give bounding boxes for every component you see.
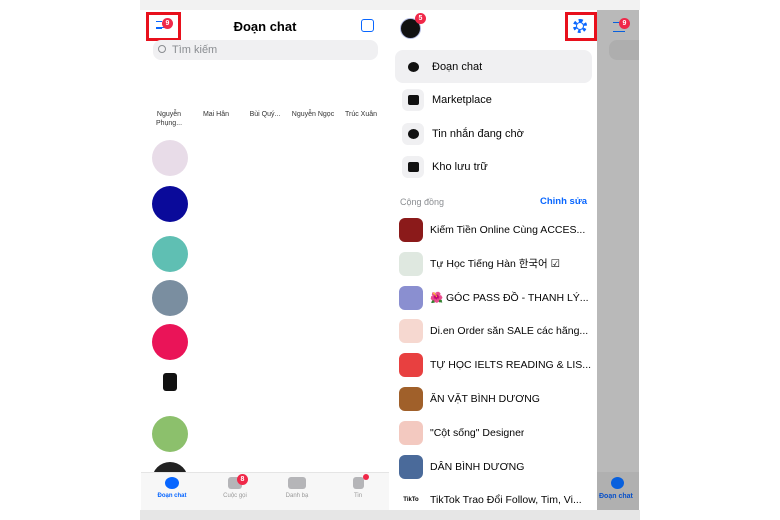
story-name[interactable]: Mai Hân xyxy=(194,110,238,119)
community-item[interactable]: TikTo TikTok Trao Đổi Follow, Tim, Vi... xyxy=(399,487,595,510)
side-menu: 5 Đoạn chat Marketplace Tin nhắn đang chờ K… xyxy=(393,10,597,510)
chat-avatar[interactable] xyxy=(152,186,188,222)
chat-avatar[interactable] xyxy=(152,367,188,403)
tab-label: Danh bạ xyxy=(285,493,309,499)
chat-avatar[interactable] xyxy=(152,324,188,360)
community-name: 🌺 GÓC PASS ĐỒ - THANH LÝ... xyxy=(430,292,589,305)
community-thumbnail xyxy=(399,218,423,242)
stories-icon xyxy=(352,477,364,489)
search-icon xyxy=(158,45,166,53)
community-name: "Cột sống" Designer xyxy=(430,426,525,439)
menu-item[interactable]: Tin nhắn đang chờ xyxy=(395,117,592,150)
archive-icon xyxy=(402,156,424,178)
community-thumbnail xyxy=(399,319,423,344)
chat-avatar[interactable] xyxy=(152,280,188,316)
community-thumbnail: TikTo xyxy=(399,488,423,510)
tab-contacts[interactable]: Danh bạ xyxy=(272,477,322,499)
pending-chat-icon xyxy=(402,122,424,145)
chat-avatar[interactable] xyxy=(152,140,188,176)
community-name: TỰ HỌC IELTS READING & LIS... xyxy=(430,359,592,372)
store-icon xyxy=(402,89,424,111)
community-name: Di.en Order săn SALE các hãng... xyxy=(430,325,589,338)
community-name: Kiếm Tiền Online Cùng ACCES... xyxy=(430,224,586,236)
chat-bubble-icon xyxy=(165,477,179,489)
menu-item[interactable]: Đoạn chat xyxy=(395,50,592,83)
tab-label: Cuộc gọi xyxy=(223,493,247,499)
tab-label: Tin xyxy=(353,493,363,499)
menu-label: Tin nhắn đang chờ xyxy=(432,127,524,140)
dimmed-chats-screen[interactable]: 9 Đoạn chat xyxy=(597,10,639,510)
profile-badge: 5 xyxy=(415,13,426,24)
search-input xyxy=(609,40,639,60)
community-item[interactable]: 🌺 GÓC PASS ĐỒ - THANH LÝ... xyxy=(399,285,595,311)
background-strip xyxy=(140,510,640,520)
tab-chats[interactable]: Đoạn chat xyxy=(147,477,197,499)
community-item[interactable]: Kiếm Tiền Online Cùng ACCES... xyxy=(399,217,595,243)
chat-avatar[interactable] xyxy=(152,416,188,452)
notification-badge: 9 xyxy=(619,18,630,29)
tab-bar: Đoạn chat Cuộc gọi 8 Danh bạ Tin xyxy=(141,472,389,510)
search-input[interactable]: Tìm kiếm xyxy=(153,40,378,60)
community-name: TikTok Trao Đổi Follow, Tim, Vi... xyxy=(430,494,582,507)
story-name[interactable]: Trúc Xuân xyxy=(339,110,383,119)
community-item[interactable]: "Cột sống" Designer xyxy=(399,420,595,446)
community-thumbnail xyxy=(399,251,423,276)
community-item[interactable]: Di.en Order săn SALE các hãng... xyxy=(399,318,595,344)
menu-label: Đoạn chat xyxy=(432,60,483,73)
story-name[interactable]: Nguyễn Phụng... xyxy=(147,110,191,128)
chat-bubble-icon xyxy=(611,477,624,489)
community-item[interactable]: Tự Học Tiếng Hàn 한국어 ☑ xyxy=(399,251,595,277)
edit-link[interactable]: Chỉnh sửa xyxy=(540,196,587,207)
community-item[interactable]: ĂN VẶT BÌNH DƯƠNG xyxy=(399,386,595,412)
menu-item[interactable]: Marketplace xyxy=(395,84,592,117)
compose-icon[interactable] xyxy=(361,19,374,32)
chat-avatar[interactable] xyxy=(152,236,188,272)
chat-bubble-icon xyxy=(402,55,424,78)
community-thumbnail xyxy=(399,454,423,479)
community-name: DÂN BÌNH DƯƠNG xyxy=(430,460,525,473)
community-name: Tự Học Tiếng Hàn 한국어 ☑ xyxy=(430,258,561,271)
background-strip xyxy=(140,0,640,10)
story-name[interactable]: Bùi Quý... xyxy=(243,110,287,119)
menu-label: Marketplace xyxy=(432,94,492,106)
tab-calls[interactable]: Cuộc gọi 8 xyxy=(210,474,260,499)
section-title: Cộng đồng xyxy=(400,197,445,207)
menu-item[interactable]: Kho lưu trữ xyxy=(395,151,592,184)
menu-label: Kho lưu trữ xyxy=(432,161,488,173)
community-item[interactable]: DÂN BÌNH DƯƠNG xyxy=(399,454,595,480)
page-title: Đoạn chat xyxy=(233,19,297,34)
community-name: ĂN VẶT BÌNH DƯƠNG xyxy=(430,393,540,405)
community-thumbnail xyxy=(399,353,423,378)
community-thumbnail xyxy=(399,387,423,411)
chats-screen: 9 Đoạn chat Tìm kiếm Nguyễn Phụng... Mai… xyxy=(141,10,389,510)
community-thumbnail xyxy=(399,285,423,310)
tab-label: Đoạn chat xyxy=(157,493,187,499)
tab-label: Đoạn chat xyxy=(599,493,633,500)
tab-stories[interactable]: Tin xyxy=(333,474,383,499)
community-item[interactable]: TỰ HỌC IELTS READING & LIS... xyxy=(399,352,595,378)
highlight-box xyxy=(565,12,597,41)
new-dot xyxy=(363,474,369,480)
story-name[interactable]: Nguyễn Ngọc xyxy=(291,110,335,119)
calls-badge: 8 xyxy=(237,474,248,485)
people-icon xyxy=(288,477,306,489)
community-thumbnail xyxy=(399,420,423,445)
